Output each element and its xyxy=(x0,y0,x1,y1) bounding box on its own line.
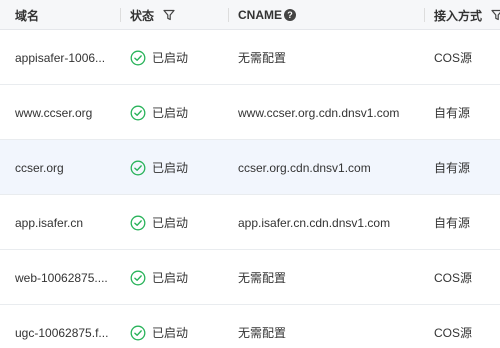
access-cell: 自有源 xyxy=(434,106,471,120)
cname-cell: 无需配置 xyxy=(238,51,287,65)
status-cell: 已启动 xyxy=(130,85,225,140)
help-icon[interactable]: ? xyxy=(284,9,296,21)
domain-cell: ccser.org xyxy=(15,160,64,175)
status-label: 已启动 xyxy=(152,271,189,285)
cname-cell: ccser.org.cdn.dnsv1.com xyxy=(238,160,371,175)
column-header-access-label: 接入方式 xyxy=(434,8,483,23)
domain-cell: ugc-10062875.f... xyxy=(15,325,109,340)
domain-table: 域名 状态 CNAME ? 接入方式 appisafer-1006... 已启动… xyxy=(0,0,500,348)
check-circle-icon xyxy=(130,105,146,121)
check-circle-icon xyxy=(130,160,146,176)
check-circle-icon xyxy=(130,325,146,341)
access-filter-icon[interactable] xyxy=(491,9,500,21)
table-header: 域名 状态 CNAME ? 接入方式 xyxy=(0,0,500,30)
table-row[interactable]: appisafer-1006... 已启动 无需配置 COS源 xyxy=(0,30,500,85)
domain-cell: web-10062875.... xyxy=(15,270,108,285)
table-row[interactable]: app.isafer.cn 已启动 app.isafer.cn.cdn.dnsv… xyxy=(0,195,500,250)
domain-cell: app.isafer.cn xyxy=(15,215,84,230)
status-cell: 已启动 xyxy=(130,30,225,85)
status-filter-icon[interactable] xyxy=(163,9,175,21)
cname-cell: app.isafer.cn.cdn.dnsv1.com xyxy=(238,215,391,230)
table-row[interactable]: web-10062875.... 已启动 无需配置 COS源 xyxy=(0,250,500,305)
svg-text:?: ? xyxy=(287,10,293,20)
column-header-cname-label: CNAME xyxy=(238,8,282,22)
status-label: 已启动 xyxy=(152,216,189,230)
column-header-domain-label: 域名 xyxy=(15,8,40,23)
check-circle-icon xyxy=(130,270,146,286)
cname-cell: 无需配置 xyxy=(238,271,287,285)
domain-cell: appisafer-1006... xyxy=(15,50,106,65)
column-header-status: 状态 xyxy=(121,0,229,30)
check-circle-icon xyxy=(130,215,146,231)
domain-cell: www.ccser.org xyxy=(15,105,93,120)
column-header-access: 接入方式 xyxy=(425,0,500,30)
status-cell: 已启动 xyxy=(130,305,225,348)
status-cell: 已启动 xyxy=(130,250,225,305)
access-cell: COS源 xyxy=(434,271,473,285)
cname-cell: 无需配置 xyxy=(238,326,287,340)
table-row[interactable]: ugc-10062875.f... 已启动 无需配置 COS源 xyxy=(0,305,500,348)
check-circle-icon xyxy=(130,50,146,66)
status-label: 已启动 xyxy=(152,51,189,65)
access-cell: 自有源 xyxy=(434,161,471,175)
column-header-status-label: 状态 xyxy=(130,8,155,23)
table-row[interactable]: ccser.org 已启动 ccser.org.cdn.dnsv1.com 自有… xyxy=(0,140,500,195)
column-header-cname: CNAME ? xyxy=(229,0,425,30)
status-label: 已启动 xyxy=(152,106,189,120)
access-cell: 自有源 xyxy=(434,216,471,230)
table-row[interactable]: www.ccser.org 已启动 www.ccser.org.cdn.dnsv… xyxy=(0,85,500,140)
access-cell: COS源 xyxy=(434,326,473,340)
status-label: 已启动 xyxy=(152,161,189,175)
status-label: 已启动 xyxy=(152,326,189,340)
column-header-domain: 域名 xyxy=(15,0,121,30)
status-cell: 已启动 xyxy=(130,195,225,250)
access-cell: COS源 xyxy=(434,51,473,65)
cname-cell: www.ccser.org.cdn.dnsv1.com xyxy=(238,105,400,120)
status-cell: 已启动 xyxy=(130,140,225,195)
